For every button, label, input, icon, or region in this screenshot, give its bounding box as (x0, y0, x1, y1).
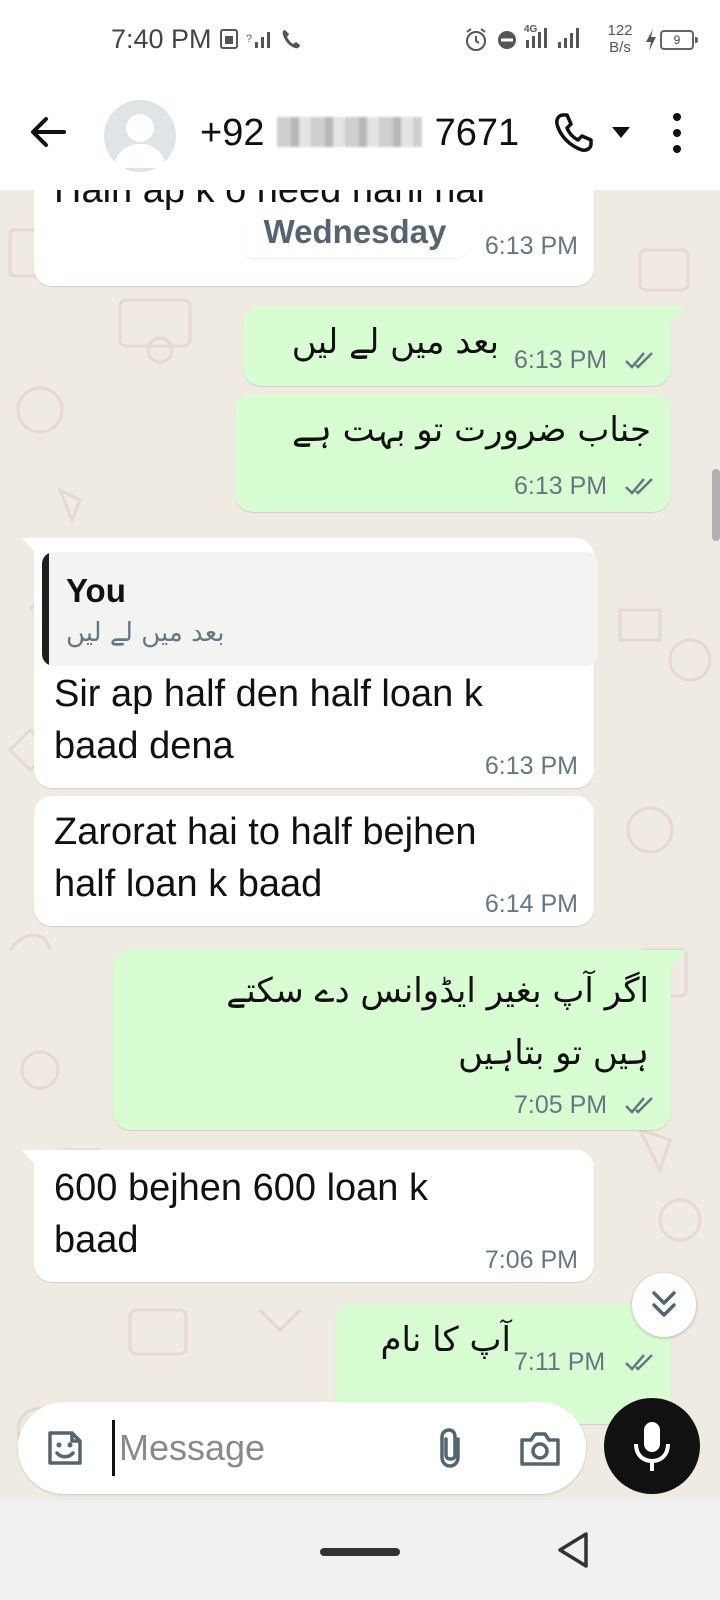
alarm-icon (466, 28, 486, 51)
signal-bars-icon (558, 28, 579, 48)
charging-bolt-icon (646, 29, 656, 51)
message-text: جناب ضرورت تو بہت ہے (292, 410, 651, 450)
home-gesture-handle[interactable] (320, 1548, 400, 1556)
contact-name[interactable]: +92 7671 (200, 112, 519, 155)
chat-messages-area[interactable]: Hain ap k o need nahi hai 6:13 PM Wednes… (0, 190, 720, 1500)
nav-back-triangle-icon[interactable] (552, 1528, 596, 1572)
back-arrow-icon[interactable] (26, 110, 70, 154)
bubble-tail (671, 306, 687, 324)
quoted-message[interactable]: You بعد میں لے لیں (42, 552, 598, 666)
bubble-tail (22, 538, 38, 556)
message-time: 7:05 PM (514, 1091, 608, 1119)
sim-card-icon (220, 29, 238, 49)
message-text: بعد میں لے لیں (291, 322, 499, 362)
read-receipt-ticks-icon (625, 478, 653, 495)
message-time: 7:06 PM (484, 1246, 578, 1274)
redacted-number-segment (277, 117, 423, 147)
voice-call-icon[interactable] (553, 112, 595, 154)
double-chevron-down-icon (652, 1291, 676, 1317)
system-navigation-bar (0, 1500, 720, 1600)
microphone-icon (634, 1422, 670, 1471)
read-receipt-ticks-icon (625, 1354, 653, 1371)
quote-text: بعد میں لے لیں (66, 618, 225, 648)
message-time: 6:13 PM (514, 472, 608, 500)
message-time: 6:13 PM (484, 752, 578, 780)
network-speed-value: 122 (607, 22, 633, 39)
bubble-tail (671, 950, 687, 968)
do-not-disturb-icon (498, 31, 516, 49)
bubble-tail (22, 1150, 38, 1168)
message-text: 600 bejhen 600 loan k baad (54, 1167, 428, 1261)
svg-text:?: ? (246, 33, 252, 45)
contact-avatar[interactable] (104, 100, 176, 172)
wifi-call-icon (282, 30, 300, 49)
network-speed: 122 B/s (601, 22, 639, 56)
svg-text:4G: 4G (524, 24, 538, 35)
date-separator: Wednesday (241, 206, 469, 258)
signal-strength-icon: ? (246, 32, 270, 48)
paperclip-attach-icon[interactable] (428, 1425, 474, 1471)
scroll-to-bottom-button[interactable] (632, 1273, 696, 1337)
message-time: 6:13 PM (514, 346, 608, 374)
message-input[interactable] (112, 1420, 412, 1476)
message-text: اگر آپ بغیر ایڈوانس دے سکتے ہیں تو بتاہی… (226, 971, 649, 1073)
scrollbar-thumb[interactable] (712, 469, 720, 541)
quote-author: You (66, 572, 126, 609)
read-receipt-ticks-icon (625, 1097, 653, 1114)
message-incoming[interactable]: Zarorat hai to half bejhen half loan k b… (34, 796, 594, 926)
read-receipt-ticks-icon (625, 352, 653, 369)
camera-icon[interactable] (518, 1426, 562, 1470)
sticker-emoji-icon[interactable] (42, 1425, 88, 1471)
message-outgoing[interactable]: جناب ضرورت تو بہت ہے 6:13 PM (235, 394, 671, 512)
status-time: 7:40 PM (111, 24, 212, 54)
contact-suffix: 7671 (434, 112, 520, 154)
message-time: 6:13 PM (484, 232, 578, 260)
message-time: 6:14 PM (484, 890, 578, 918)
battery-icon: 9 (660, 30, 698, 50)
contact-prefix: +92 (200, 112, 265, 154)
chevron-down-icon[interactable] (611, 125, 631, 139)
person-placeholder-icon (114, 114, 166, 168)
mobile-data-4g-icon: 4G (524, 24, 547, 48)
chat-header: +92 7671 (0, 80, 720, 190)
status-bar: 7:40 PM ? 4G 122 B/s 9 (0, 0, 720, 80)
message-composer (18, 1402, 586, 1494)
message-incoming[interactable]: 600 bejhen 600 loan k baad 7:06 PM (22, 1150, 594, 1282)
network-speed-unit: B/s (609, 39, 631, 56)
voice-record-button[interactable] (604, 1398, 700, 1494)
battery-level: 9 (673, 33, 681, 47)
message-outgoing[interactable]: بعد میں لے لیں 6:13 PM (243, 306, 687, 386)
more-options-icon[interactable] (664, 110, 690, 156)
message-outgoing[interactable]: اگر آپ بغیر ایڈوانس دے سکتے ہیں تو بتاہی… (113, 950, 687, 1130)
quote-accent-bar (42, 552, 49, 666)
message-text: آپ کا نام (380, 1320, 512, 1360)
message-time: 7:11 PM (514, 1348, 606, 1376)
